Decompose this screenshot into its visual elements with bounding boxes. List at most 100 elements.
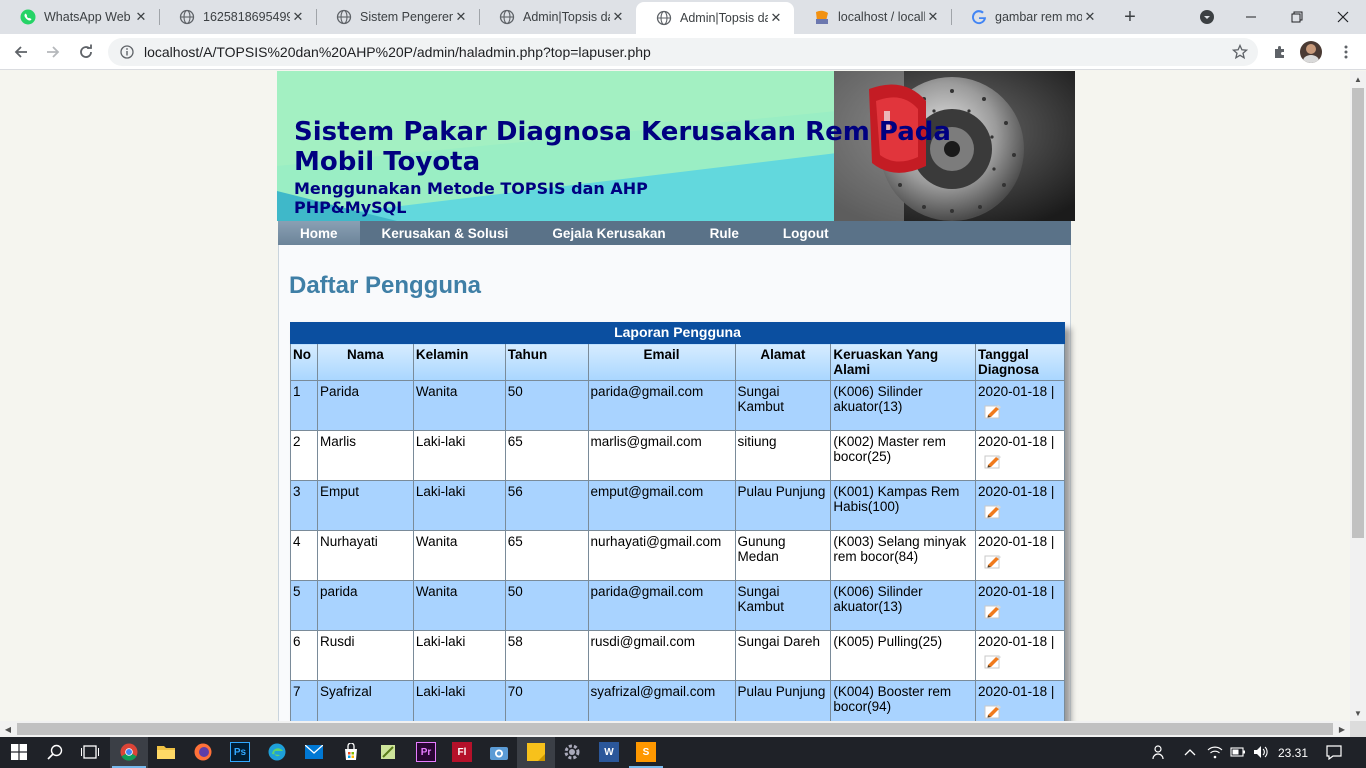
edit-diagnosis-icon[interactable] <box>984 553 1002 569</box>
tab-close-icon[interactable]: ✕ <box>610 9 626 25</box>
store-icon[interactable] <box>341 742 361 762</box>
cell-tanggal-text: 2020-01-18 | <box>978 384 1055 399</box>
tab-close-icon[interactable]: ✕ <box>1082 9 1098 25</box>
tab-search-button[interactable] <box>1184 0 1230 34</box>
notepad-icon[interactable] <box>378 742 398 762</box>
new-tab-button[interactable]: + <box>1118 5 1142 29</box>
minimize-icon <box>1246 16 1256 18</box>
tab-close-icon[interactable]: ✕ <box>453 9 469 25</box>
people-icon[interactable] <box>1150 742 1170 762</box>
photoshop-icon[interactable]: Ps <box>230 742 250 762</box>
tab-close-icon[interactable]: ✕ <box>768 10 784 26</box>
cell-tahun: 50 <box>504 380 589 431</box>
word-icon[interactable]: W <box>599 742 619 762</box>
browser-tab-6[interactable]: localhost / localh ✕ <box>794 0 951 34</box>
task-view-icon[interactable] <box>80 742 100 762</box>
tab-close-icon[interactable]: ✕ <box>290 9 306 25</box>
horizontal-scrollbar[interactable]: ◀ ▶ <box>0 721 1350 737</box>
minimize-button[interactable] <box>1228 0 1274 34</box>
restore-icon <box>1291 11 1303 23</box>
horizontal-scroll-thumb[interactable] <box>17 723 1333 735</box>
puzzle-icon <box>1275 46 1284 58</box>
notification-icon[interactable] <box>1324 742 1344 762</box>
table-row: 6 Rusdi Laki-laki 58 rusdi@gmail.com Sungai D… <box>290 630 1065 681</box>
cell-email-text: nurhayati@gmail.com <box>590 534 722 549</box>
firefox-icon[interactable] <box>193 742 213 762</box>
tab-close-icon[interactable]: ✕ <box>133 9 149 25</box>
cell-email: syafrizal@gmail.com <box>587 680 736 721</box>
browser-tab-4[interactable]: Admin|Topsis dan✕ <box>479 0 636 34</box>
cell-tahun: 56 <box>504 480 589 531</box>
taskbar-clock[interactable]: 23.31 <box>1278 737 1308 768</box>
sticky-notes-icon[interactable] <box>526 742 546 762</box>
edit-diagnosis-icon[interactable] <box>984 403 1002 419</box>
windows-start-icon[interactable] <box>9 742 29 762</box>
file-explorer-icon[interactable] <box>156 742 176 762</box>
cell-tanggal-text: 2020-01-18 | <box>978 434 1055 449</box>
edit-diagnosis-icon[interactable] <box>984 653 1002 669</box>
browser-tab-3[interactable]: Sistem Pengerem ✕ <box>316 0 479 34</box>
column-header-email: Email <box>587 343 736 381</box>
scroll-up-icon[interactable]: ▲ <box>1350 71 1366 87</box>
browser-tab-2[interactable]: 1625818695499_✕ <box>159 0 316 34</box>
info-icon[interactable] <box>120 45 134 59</box>
scroll-down-icon[interactable]: ▼ <box>1350 705 1366 721</box>
cell-nama: Emput <box>316 480 414 531</box>
restore-button[interactable] <box>1274 0 1320 34</box>
cell-no-text: 2 <box>293 434 301 449</box>
back-button[interactable] <box>9 40 33 64</box>
profile-avatar[interactable] <box>1300 41 1322 63</box>
menu-item-gejala-kerusakan[interactable]: Gejala Kerusakan <box>530 221 687 245</box>
browser-tab-bar: WhatsApp Web✕1625818695499_✕Sistem Penge… <box>0 0 1366 34</box>
main-menu: Home Kerusakan & Solusi Gejala Kerusakan… <box>278 221 1071 245</box>
browser-tab-7[interactable]: gambar rem mob ✕ <box>951 0 1108 34</box>
table-row: 4 Nurhayati Wanita 65 nurhayati@gmail.com Gun… <box>290 530 1065 581</box>
premiere-icon[interactable]: Pr <box>416 742 436 762</box>
address-bar[interactable]: localhost/A/TOPSIS%20dan%20AHP%20P/admin… <box>108 38 1258 66</box>
url-text[interactable]: localhost/A/TOPSIS%20dan%20AHP%20P/admin… <box>144 44 651 60</box>
cell-email-text: marlis@gmail.com <box>590 434 702 449</box>
flash-icon[interactable]: Fl <box>452 742 472 762</box>
page-viewport: Sistem Pakar Diagnosa Kerusakan Rem Pada… <box>0 71 1350 721</box>
close-window-button[interactable] <box>1320 0 1366 34</box>
cell-kerusakan: (K005) Pulling(25) <box>830 630 977 681</box>
edge-icon[interactable] <box>267 742 287 762</box>
tab-close-icon[interactable]: ✕ <box>925 9 941 25</box>
chevron-up-icon[interactable] <box>1180 742 1200 762</box>
battery-icon[interactable] <box>1228 742 1248 762</box>
browser-tab-5[interactable]: Admin|Topsis dan✕ <box>636 2 794 34</box>
forward-button[interactable] <box>41 40 65 64</box>
edit-diagnosis-icon[interactable] <box>984 453 1002 469</box>
menu-item-kerusakan-solusi[interactable]: Kerusakan & Solusi <box>360 221 531 245</box>
reload-button[interactable] <box>74 40 98 64</box>
vertical-scroll-thumb[interactable] <box>1352 88 1364 538</box>
wifi-icon[interactable] <box>1205 742 1225 762</box>
cell-kelamin: Laki-laki <box>412 430 506 481</box>
menu-item-logout[interactable]: Logout <box>761 221 851 245</box>
camera-app-icon[interactable] <box>489 742 509 762</box>
scroll-right-icon[interactable]: ▶ <box>1334 721 1350 737</box>
chrome-icon[interactable] <box>119 742 139 762</box>
extensions-button[interactable] <box>1268 40 1292 64</box>
column-header-no: No <box>290 343 318 381</box>
cell-alamat: Sungai Kambut <box>734 580 832 631</box>
sublime-icon[interactable]: S <box>636 742 656 762</box>
cell-tanggal: 2020-01-18 | <box>975 430 1065 481</box>
cell-alamat-text: Gunung Medan <box>737 534 786 564</box>
scroll-left-icon[interactable]: ◀ <box>0 721 16 737</box>
vertical-scrollbar[interactable]: ▲ ▼ <box>1350 71 1366 721</box>
browser-tab-1[interactable]: WhatsApp Web ✕ <box>0 0 159 34</box>
browser-menu-button[interactable] <box>1334 40 1358 64</box>
search-icon[interactable] <box>45 742 65 762</box>
volume-icon[interactable] <box>1251 742 1271 762</box>
settings-app-icon[interactable] <box>562 742 582 762</box>
bookmark-star-button[interactable] <box>1228 40 1252 64</box>
star-icon <box>1232 44 1248 60</box>
cell-kelamin: Wanita <box>412 530 506 581</box>
edit-diagnosis-icon[interactable] <box>984 603 1002 619</box>
menu-item-rule[interactable]: Rule <box>688 221 761 245</box>
edit-diagnosis-icon[interactable] <box>984 703 1002 719</box>
mail-icon[interactable] <box>304 742 324 762</box>
edit-diagnosis-icon[interactable] <box>984 503 1002 519</box>
menu-item-home[interactable]: Home <box>278 221 360 245</box>
